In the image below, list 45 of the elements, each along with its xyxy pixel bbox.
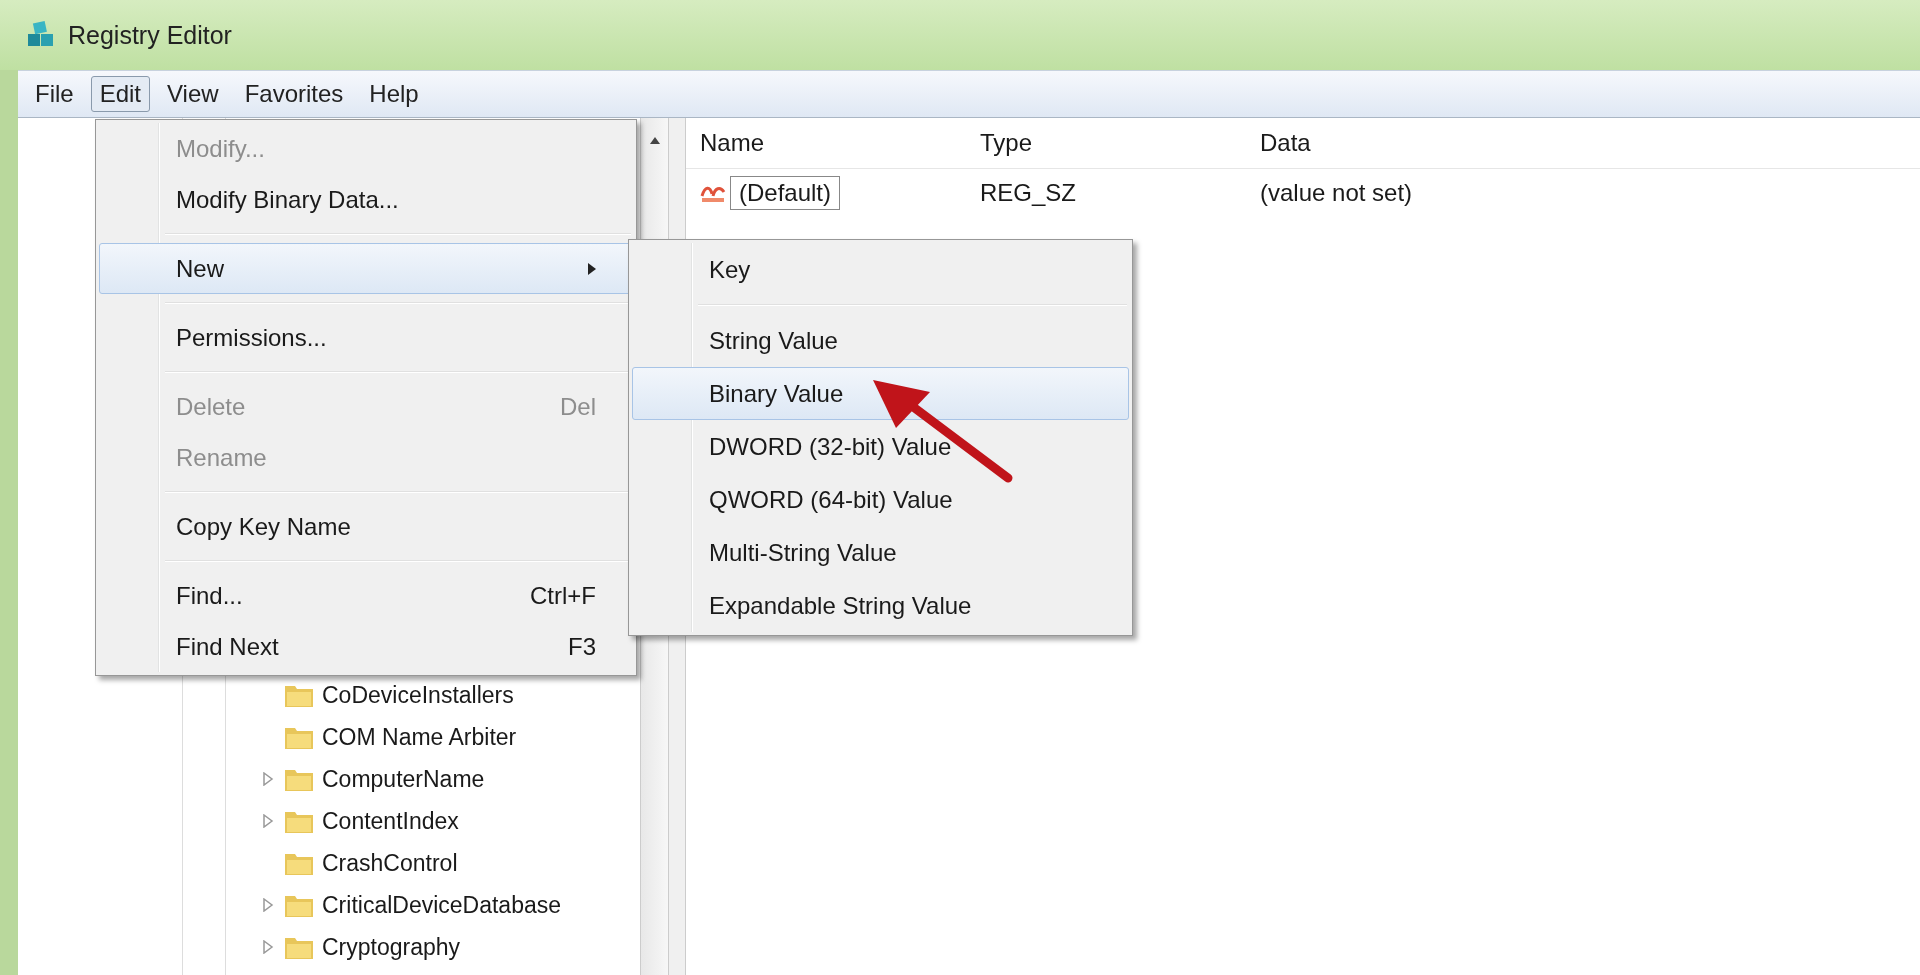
window-title: Registry Editor xyxy=(68,20,232,50)
shortcut-label: Del xyxy=(560,392,596,421)
column-header[interactable]: Name xyxy=(686,129,980,157)
menu-bar-item[interactable]: File xyxy=(26,76,83,112)
tree-item[interactable]: Cryptography xyxy=(322,933,461,961)
menu-item-label: Find Next xyxy=(176,632,280,661)
expand-arrow-icon[interactable] xyxy=(262,772,274,786)
menu-item-label: New xyxy=(176,254,225,283)
menu-item-label: Modify... xyxy=(176,134,266,163)
column-header[interactable]: Type xyxy=(980,129,1260,157)
menu-item[interactable]: Expandable String Value xyxy=(632,579,1129,632)
expand-arrow-icon[interactable] xyxy=(262,940,274,954)
tree-item[interactable]: ContentIndex xyxy=(322,807,459,835)
expand-arrow-icon[interactable] xyxy=(262,898,274,912)
tree-item[interactable]: CriticalDeviceDatabase xyxy=(322,891,562,919)
table-cell-text: REG_SZ xyxy=(980,179,1078,207)
menu-item[interactable]: DWORD (32-bit) Value xyxy=(632,420,1129,473)
menu-item-label: Delete xyxy=(176,392,247,421)
column-header[interactable]: Data xyxy=(1260,129,1311,157)
menu-item-label: Copy Key Name xyxy=(176,512,352,541)
shortcut-label: F3 xyxy=(568,632,596,661)
menu-item-label: Rename xyxy=(176,443,268,472)
menu-item[interactable]: Key xyxy=(632,243,1129,296)
tree-item[interactable]: ComputerName xyxy=(322,765,485,793)
menu-bar-item[interactable]: View xyxy=(158,76,228,112)
menu-bar-item[interactable]: Favorites xyxy=(235,76,353,112)
tree-item[interactable]: CrashControl xyxy=(322,849,458,877)
menu-item[interactable]: QWORD (64-bit) Value xyxy=(632,473,1129,526)
menu-bar-item[interactable]: Edit xyxy=(90,76,151,112)
shortcut-label: Ctrl+F xyxy=(530,581,596,610)
scroll-up-icon[interactable] xyxy=(649,136,660,144)
menu-item[interactable]: Find Next F3 xyxy=(99,621,633,672)
menu-item-label: Find... xyxy=(176,581,244,610)
menu-item[interactable]: Multi-String Value xyxy=(632,526,1129,579)
expand-arrow-icon[interactable] xyxy=(262,814,274,828)
menu-item[interactable]: Binary Value xyxy=(632,367,1129,420)
menu-bar-item[interactable]: Help xyxy=(360,76,428,112)
table-cell: (value not set) xyxy=(1260,179,1413,207)
menu-item-label: Modify Binary Data... xyxy=(176,185,400,214)
menu-item[interactable]: Modify Binary Data... xyxy=(99,174,633,225)
value-name[interactable]: (Default) xyxy=(730,176,841,210)
tree-item[interactable]: COM Name Arbiter xyxy=(322,723,517,751)
menu-item[interactable]: String Value xyxy=(632,314,1129,367)
tree-item[interactable]: CoDeviceInstallers xyxy=(322,681,514,709)
menu-item-label: Permissions... xyxy=(176,323,328,352)
